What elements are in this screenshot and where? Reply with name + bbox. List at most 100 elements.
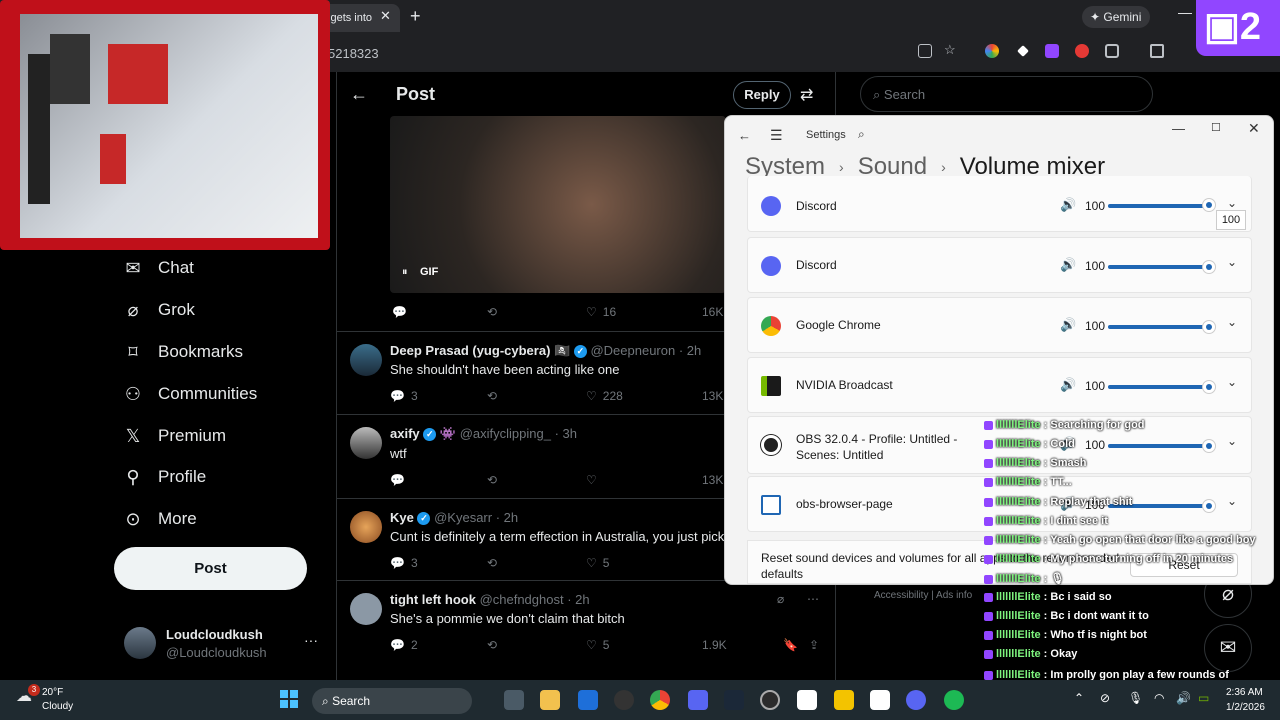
- author-name[interactable]: Deep Prasad (yug-cybera): [390, 343, 550, 358]
- chevron-down-icon[interactable]: ⌄: [1227, 255, 1237, 269]
- repost-icon[interactable]: ⟲: [487, 473, 497, 487]
- like-action[interactable]: ♡ 5: [586, 638, 609, 652]
- heart-icon[interactable]: ♡: [586, 473, 597, 487]
- repost-icon[interactable]: ⟲: [487, 389, 497, 403]
- chevron-down-icon[interactable]: ⌄: [1227, 434, 1237, 448]
- maximize-button[interactable]: ☐: [1211, 121, 1221, 134]
- reply-tweet[interactable]: tight left hook @chefndghost · 2h She's …: [337, 580, 835, 670]
- wifi-icon[interactable]: ◠: [1154, 691, 1164, 705]
- twitch-extension-icon[interactable]: [1045, 44, 1059, 58]
- star-icon[interactable]: ☆: [944, 42, 958, 57]
- rockstar-icon[interactable]: [834, 690, 854, 710]
- clock-date[interactable]: 1/2/2026: [1226, 702, 1265, 713]
- app-volume-row[interactable]: Discord 🔊 100 ⌄: [747, 237, 1252, 293]
- spotify-icon[interactable]: [944, 690, 964, 710]
- extensions-puzzle-icon[interactable]: [1105, 44, 1119, 58]
- file-explorer-icon[interactable]: [540, 690, 560, 710]
- nav-grok[interactable]: ⌀ Grok: [122, 295, 195, 325]
- grok-icon[interactable]: ⌀: [777, 592, 784, 606]
- author-name[interactable]: tight left hook: [390, 592, 476, 607]
- weather-condition[interactable]: Cloudy: [42, 701, 73, 712]
- slider-thumb[interactable]: [1202, 260, 1216, 274]
- tray-chevron-icon[interactable]: ⌃: [1074, 691, 1084, 705]
- reply-icon[interactable]: 💬: [390, 473, 405, 487]
- app-circle-icon[interactable]: [760, 690, 780, 710]
- author-handle[interactable]: @axifyclipping_: [460, 426, 551, 441]
- author-name[interactable]: axify: [390, 426, 420, 441]
- bookmark-icon[interactable]: 🔖: [783, 638, 798, 652]
- repost-icon[interactable]: ⟲: [487, 638, 497, 652]
- minimize-button[interactable]: —: [1172, 121, 1185, 136]
- discord-taskbar-icon[interactable]: [688, 690, 708, 710]
- avatar[interactable]: [350, 344, 382, 376]
- nav-chat[interactable]: ✉ Chat: [122, 253, 193, 283]
- 7zip-icon[interactable]: [870, 690, 890, 710]
- extension-red-icon[interactable]: [1075, 44, 1089, 58]
- share-icon[interactable]: ⇪: [809, 638, 819, 652]
- slider-thumb[interactable]: [1202, 439, 1216, 453]
- account-handle[interactable]: @Loudcloudkush: [166, 645, 267, 660]
- volume-slider[interactable]: [1108, 204, 1212, 208]
- cast-icon[interactable]: [918, 44, 932, 58]
- like-action[interactable]: ♡ 5: [586, 556, 609, 570]
- app-volume-row[interactable]: Google Chrome 🔊 100 ⌄: [747, 297, 1252, 353]
- gemini-button[interactable]: ✦ Gemini: [1082, 6, 1150, 28]
- avatar[interactable]: [124, 627, 156, 659]
- reply-action[interactable]: 💬 3: [390, 389, 418, 403]
- speaker-icon[interactable]: 🔊: [1060, 197, 1076, 213]
- account-more-icon[interactable]: ···: [304, 632, 318, 648]
- obs-taskbar-icon[interactable]: [614, 690, 634, 710]
- nav-more[interactable]: ⊙ More: [122, 504, 196, 534]
- steam-icon[interactable]: [724, 690, 744, 710]
- nav-bookmarks[interactable]: ⌑ Bookmarks: [122, 337, 243, 367]
- like-action[interactable]: ♡ 228: [586, 389, 623, 403]
- search-icon[interactable]: ⌕: [858, 127, 865, 142]
- reply-action[interactable]: 💬 2: [390, 638, 418, 652]
- app-volume-row[interactable]: Discord 🔊 100 ⌄: [747, 176, 1252, 232]
- sidepanel-icon[interactable]: [1150, 44, 1164, 58]
- windows-start-icon[interactable]: [280, 690, 298, 708]
- nav-premium[interactable]: 𝕏 Premium: [122, 421, 226, 451]
- filter-icon[interactable]: ⇄: [800, 85, 813, 105]
- slider-thumb[interactable]: [1202, 198, 1216, 212]
- weather-temperature[interactable]: 20°F: [42, 687, 63, 698]
- author-handle[interactable]: @chefndghost: [480, 592, 564, 607]
- nav-communities[interactable]: ⚇ Communities: [122, 379, 257, 409]
- avatar[interactable]: [350, 511, 382, 543]
- window-minimize-button[interactable]: —: [1178, 4, 1192, 20]
- discord-notify-icon[interactable]: [906, 690, 926, 710]
- repost-icon[interactable]: ⟲: [487, 305, 497, 319]
- epic-games-icon[interactable]: [797, 690, 817, 710]
- avatar[interactable]: [350, 593, 382, 625]
- author-handle[interactable]: @Deepneuron: [590, 343, 675, 358]
- gif-media[interactable]: [390, 116, 726, 293]
- chrome-taskbar-icon[interactable]: [650, 690, 670, 710]
- slider-thumb[interactable]: [1202, 380, 1216, 394]
- tweet-time[interactable]: · 2h: [567, 592, 589, 607]
- reply-action[interactable]: 💬 3: [390, 556, 418, 570]
- volume-icon[interactable]: 🔊: [1176, 691, 1191, 705]
- clock-time[interactable]: 2:36 AM: [1226, 687, 1263, 698]
- battery-icon[interactable]: ▭: [1198, 691, 1209, 705]
- chevron-down-icon[interactable]: ⌄: [1227, 375, 1237, 389]
- slider-thumb[interactable]: [1202, 499, 1216, 513]
- footer-links[interactable]: Accessibility | Ads info: [874, 590, 972, 601]
- tweet-time[interactable]: · 2h: [496, 510, 518, 525]
- more-icon[interactable]: ⋯: [807, 592, 819, 606]
- volume-slider[interactable]: [1108, 265, 1212, 269]
- tweet-time[interactable]: · 3h: [555, 426, 577, 441]
- hamburger-menu-icon[interactable]: ☰: [770, 127, 783, 144]
- back-arrow-icon[interactable]: ←: [738, 128, 751, 143]
- store-icon[interactable]: [578, 690, 598, 710]
- reply-button[interactable]: Reply: [733, 81, 791, 109]
- speaker-icon[interactable]: 🔊: [1060, 377, 1076, 393]
- post-button[interactable]: Post: [114, 547, 307, 590]
- search-input[interactable]: ⌕ Search: [860, 76, 1153, 112]
- address-bar[interactable]: 5218323: [320, 40, 980, 66]
- task-view-icon[interactable]: [504, 690, 524, 710]
- microphone-icon[interactable]: 🎙: [1128, 691, 1143, 705]
- nav-profile[interactable]: ⚲ Profile: [122, 462, 206, 492]
- avatar[interactable]: [350, 427, 382, 459]
- chevron-down-icon[interactable]: ⌄: [1227, 196, 1237, 210]
- app-volume-row[interactable]: NVIDIA Broadcast 🔊 100 ⌄: [747, 357, 1252, 413]
